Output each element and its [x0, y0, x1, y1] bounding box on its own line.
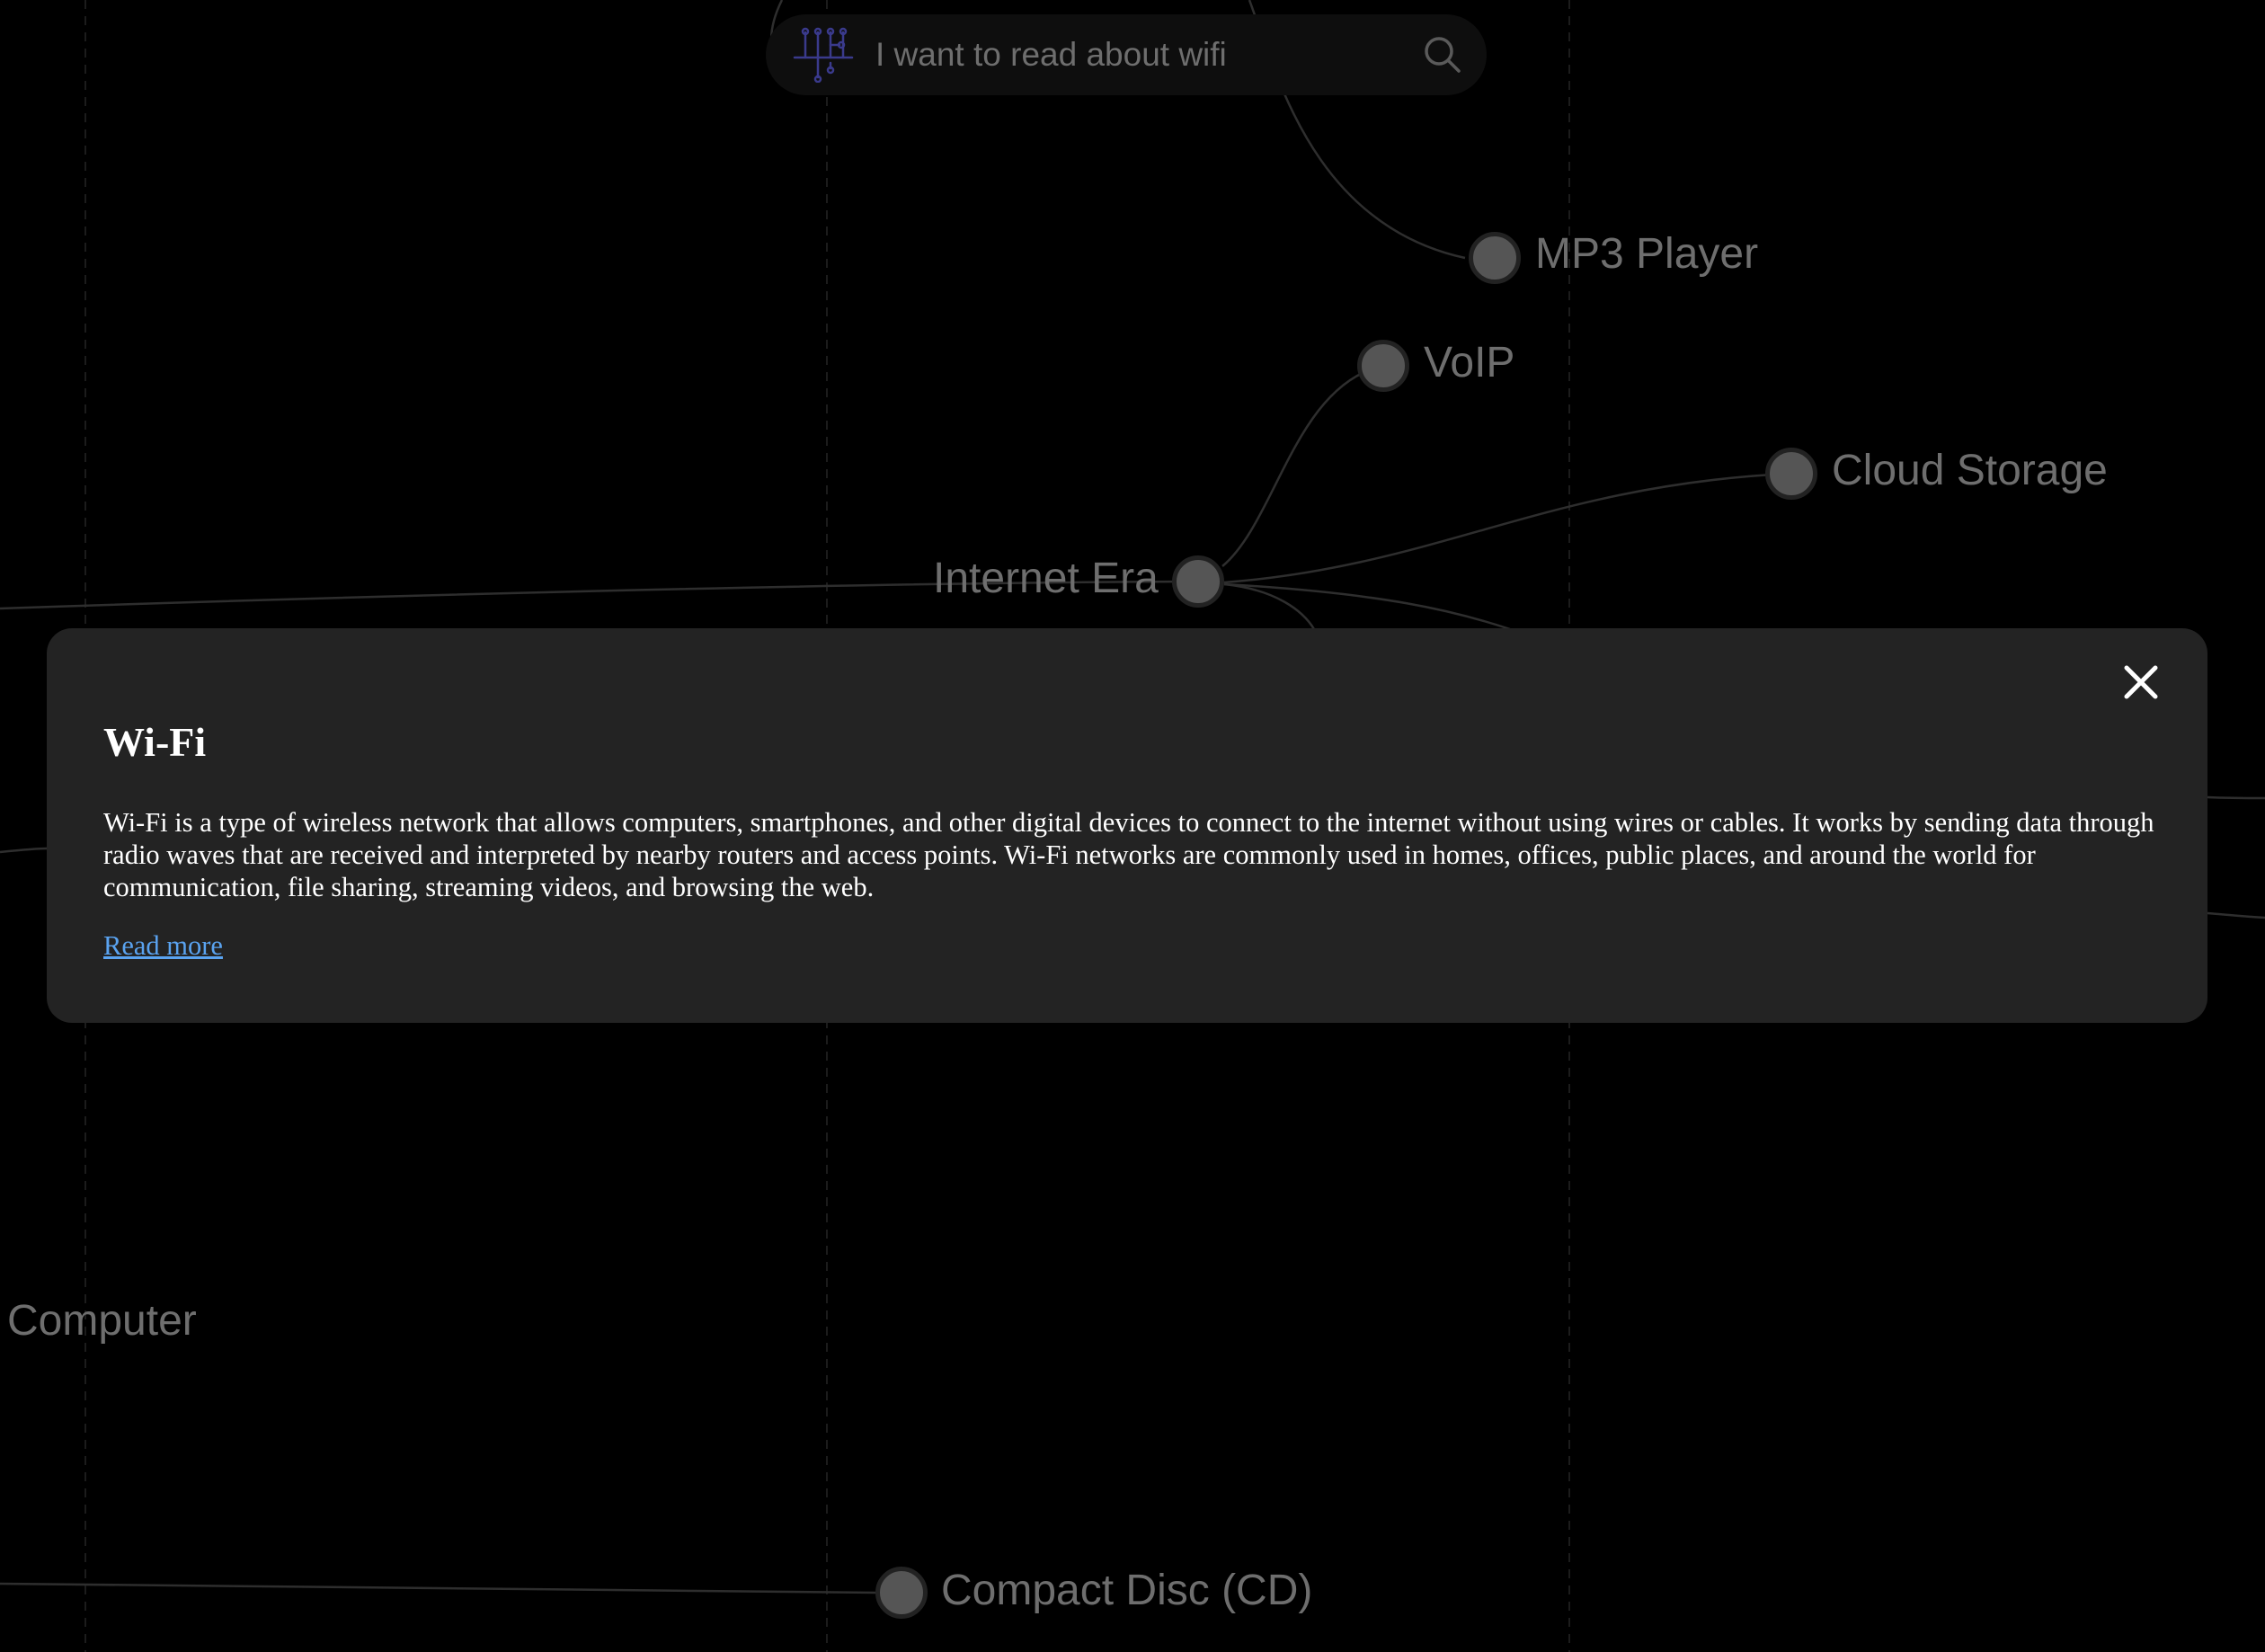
node-label-compact-disc[interactable]: Compact Disc (CD) — [941, 1569, 1312, 1612]
search-bar — [766, 14, 1487, 95]
close-icon[interactable] — [2121, 662, 2161, 702]
node-mp3-player[interactable] — [1469, 232, 1521, 284]
node-label-voip[interactable]: VoIP — [1424, 342, 1514, 385]
info-modal: Wi-Fi Wi-Fi is a type of wireless networ… — [47, 628, 2207, 1023]
edge-left-stub — [0, 847, 48, 854]
node-voip[interactable] — [1357, 340, 1409, 392]
node-compact-disc[interactable] — [875, 1567, 928, 1619]
edge-internet-branch-2 — [1223, 582, 1511, 631]
node-label-computer[interactable]: Computer — [7, 1300, 197, 1343]
node-label-cloud-storage[interactable]: Cloud Storage — [1832, 449, 2108, 493]
node-cloud-storage[interactable] — [1765, 448, 1817, 500]
node-label-mp3-player[interactable]: MP3 Player — [1535, 233, 1758, 276]
read-more-link[interactable]: Read more — [103, 930, 223, 962]
modal-description: Wi-Fi is a type of wireless network that… — [103, 807, 2154, 902]
edge-right-stub-1 — [2207, 795, 2265, 800]
edge-right-stub-2 — [2207, 911, 2265, 919]
node-label-internet-era[interactable]: Internet Era — [933, 557, 1159, 600]
edge-internet-cloud — [1223, 472, 1790, 584]
edge-internet-branch-1 — [1223, 582, 1316, 630]
graph-canvas[interactable]: MP3 Player VoIP Cloud Storage Internet E… — [0, 0, 2265, 1652]
search-input[interactable] — [875, 31, 1415, 79]
edge-cd — [0, 1582, 877, 1594]
edge-internet-voip — [1221, 364, 1383, 567]
modal-title: Wi-Fi — [103, 719, 207, 765]
search-icon[interactable] — [1422, 34, 1463, 75]
node-internet-era[interactable] — [1172, 555, 1224, 608]
circuit-tree-logo-icon[interactable] — [791, 27, 856, 83]
